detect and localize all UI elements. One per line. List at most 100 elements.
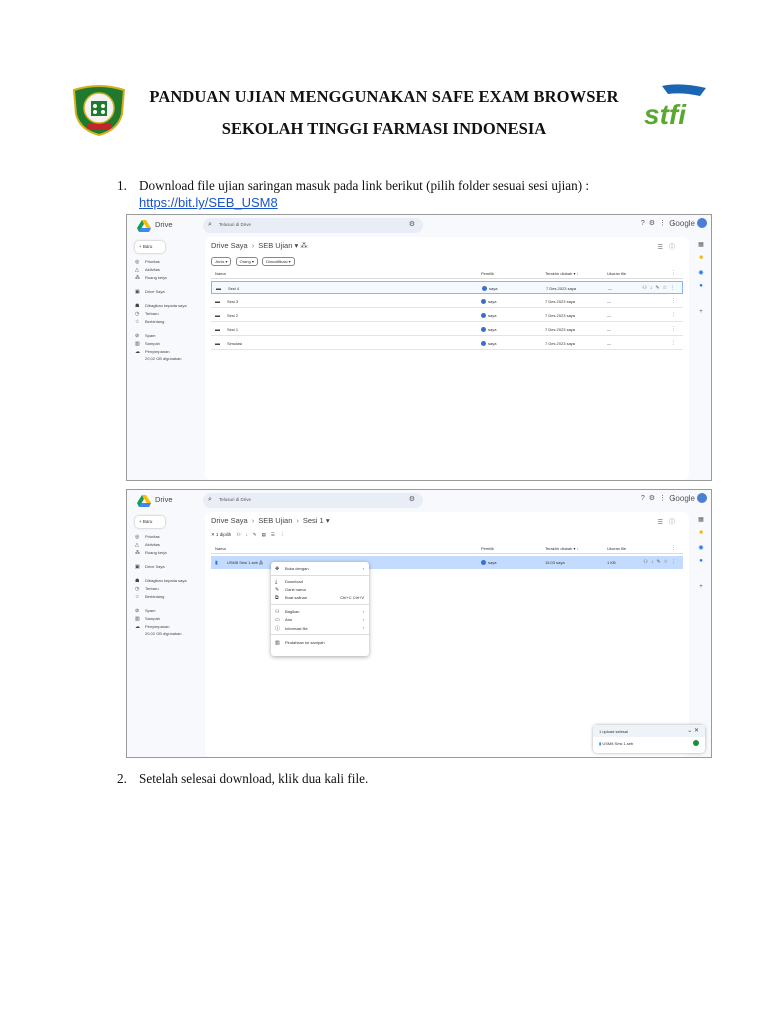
menu-file-info[interactable]: ⓘ Informasi file bbox=[275, 625, 308, 632]
more-icon[interactable]: ⋮ bbox=[671, 298, 679, 304]
copy-icon: ⧉ bbox=[275, 595, 279, 601]
row-actions-icons[interactable]: ⚇↓✎☆⋮ bbox=[643, 559, 679, 565]
more-icon[interactable]: ⋮ bbox=[671, 326, 679, 332]
nav-starred[interactable]: ☆ Berbintang bbox=[135, 319, 164, 325]
filter-options-icon[interactable]: ⚙ bbox=[409, 220, 415, 228]
col-owner[interactable]: Pemilik bbox=[481, 271, 494, 276]
col-size[interactable]: Ukuran file bbox=[607, 271, 626, 276]
drive-main-panel: Drive Saya › SEB Ujian ▾ ⁂ ☰ⓘ Jenis ▾ Oran… bbox=[205, 237, 689, 480]
add-addon-icon[interactable]: + bbox=[691, 309, 711, 315]
drive-search-input[interactable]: ⌕ Telusuri di Drive ⚙ bbox=[203, 493, 423, 508]
keep-icon[interactable]: ■ bbox=[691, 255, 711, 261]
download-link-text[interactable]: https://bit.ly/SEB_USM8 bbox=[139, 195, 278, 210]
step-1: 1. Download file ujian saringan masuk pad… bbox=[117, 178, 677, 194]
new-button[interactable]: + Baru bbox=[135, 241, 165, 253]
table-row[interactable]: ▬ Simulasi saya 7 Des 2023 saya — ⋮ bbox=[211, 337, 683, 350]
tasks-icon[interactable]: ◉ bbox=[691, 269, 711, 276]
filter-type[interactable]: Jenis ▾ bbox=[211, 257, 232, 266]
nav-trash[interactable]: ▥ Sampah bbox=[135, 616, 160, 622]
col-modified[interactable]: Terakhir diubah ▾ ↓ bbox=[545, 271, 579, 276]
nav-storage[interactable]: ☁ Penyimpanan bbox=[135, 624, 169, 630]
nav-priority[interactable]: ◎ Prioritas bbox=[135, 259, 160, 265]
storage-usage: 20,02 GB digunakan bbox=[145, 356, 182, 361]
filter-chips: Jenis ▾ Orang ▾ Dimodifikasi ▾ bbox=[211, 257, 298, 266]
table-row[interactable]: ▬ Sesi 4 saya 7 Des 2023 saya — ⚇↓✎☆⋮ bbox=[211, 281, 683, 294]
new-button[interactable]: + Baru bbox=[135, 516, 165, 528]
menu-rename[interactable]: ✎ Ganti nama bbox=[275, 587, 306, 593]
more-icon[interactable]: ⋮ bbox=[671, 340, 679, 346]
nav-shared[interactable]: ☗ Dibagikan kepada saya bbox=[135, 578, 187, 584]
col-modified[interactable]: Terakhir diubah ▾ ↓ bbox=[545, 546, 579, 551]
menu-organize[interactable]: ▭ Atur bbox=[275, 617, 292, 623]
view-toggle-icons[interactable]: ☰ⓘ bbox=[658, 242, 681, 251]
table-row[interactable]: ▬ Sesi 3 saya 7 Des 2023 saya — ⋮ bbox=[211, 295, 683, 308]
view-toggle-icons[interactable]: ☰ⓘ bbox=[658, 517, 681, 526]
crumb-my-drive[interactable]: Drive Saya bbox=[211, 516, 248, 525]
nav-my-drive[interactable]: ▣ Drive Saya bbox=[135, 289, 165, 295]
crumb-my-drive[interactable]: Drive Saya bbox=[211, 241, 248, 250]
calendar-icon[interactable]: ▦ bbox=[691, 516, 711, 523]
nav-priority[interactable]: ◎ Prioritas bbox=[135, 534, 160, 540]
folder-icon: ▬ bbox=[215, 299, 220, 305]
folder-icon: ▬ bbox=[215, 327, 220, 333]
nav-trash[interactable]: ▥ Sampah bbox=[135, 341, 160, 347]
calendar-icon[interactable]: ▦ bbox=[691, 241, 711, 248]
side-panel-rail: ▦ ■ ◉ ● + bbox=[691, 237, 711, 480]
nav-spam[interactable]: ⊘ Spam bbox=[135, 333, 155, 339]
table-row[interactable]: ▬ Sesi 1 saya 7 Des 2023 saya — ⋮ bbox=[211, 323, 683, 336]
nav-shared[interactable]: ☗ Dibagikan kepada saya bbox=[135, 303, 187, 309]
nav-recent[interactable]: ◷ Terbaru bbox=[135, 586, 159, 592]
drive-search-input[interactable]: ⌕ Telusuri di Drive ⚙ bbox=[203, 218, 423, 233]
crumb-sesi-1[interactable]: Sesi 1 bbox=[303, 516, 324, 525]
menu-open-with[interactable]: ✥ Buka dengan bbox=[275, 566, 309, 572]
menu-move-to-trash[interactable]: ▥ Pindahkan ke sampah bbox=[275, 640, 325, 646]
nav-storage[interactable]: ☁ Penyimpanan bbox=[135, 349, 169, 355]
filter-people[interactable]: Orang ▾ bbox=[235, 257, 258, 266]
row-actions-icons[interactable]: ⚇↓✎☆⋮ bbox=[642, 285, 678, 291]
search-placeholder: Telusuri di Drive bbox=[219, 497, 252, 502]
nav-my-drive[interactable]: ▣ Drive Saya bbox=[135, 564, 165, 570]
col-name[interactable]: Nama bbox=[215, 271, 226, 276]
menu-make-copy[interactable]: ⧉ Buat salinan bbox=[275, 595, 307, 601]
search-icon: ⌕ bbox=[208, 221, 212, 228]
clear-selection-icon[interactable]: ✕ bbox=[211, 532, 215, 537]
selection-actions-icons[interactable]: ⚇↓✎▤☰⋮ bbox=[237, 532, 290, 537]
drive-app-name: Drive bbox=[155, 220, 173, 229]
breadcrumb: Drive Saya › SEB Ujian › Sesi 1 ▾ bbox=[211, 516, 330, 525]
filter-modified[interactable]: Dimodifikasi ▾ bbox=[261, 257, 295, 266]
download-link[interactable]: https://bit.ly/SEB_USM8 bbox=[139, 194, 278, 212]
col-owner[interactable]: Pemilik bbox=[481, 546, 494, 551]
drive-sidebar: + Baru ◎ Prioritas △ Aktivitas ⁂ Ruang kerj… bbox=[127, 512, 203, 757]
col-size[interactable]: Ukuran file bbox=[607, 546, 626, 551]
menu-download[interactable]: ⤓ Download bbox=[275, 579, 303, 585]
more-icon[interactable]: ⋮ bbox=[671, 270, 679, 276]
upload-file-item[interactable]: ▮ USM8 Sesi 1.seb bbox=[599, 741, 633, 746]
folder-icon: ▬ bbox=[215, 341, 220, 347]
keep-icon[interactable]: ■ bbox=[691, 530, 711, 536]
nav-recent[interactable]: ◷ Terbaru bbox=[135, 311, 159, 317]
table-row[interactable]: ▬ Sesi 2 saya 7 Des 2023 saya — ⋮ bbox=[211, 309, 683, 322]
nav-workspaces[interactable]: ⁂ Ruang kerja bbox=[135, 550, 167, 556]
account-avatar[interactable] bbox=[697, 218, 707, 228]
nav-activity[interactable]: △ Aktivitas bbox=[135, 267, 160, 273]
contacts-icon[interactable]: ● bbox=[691, 558, 711, 564]
tasks-icon[interactable]: ◉ bbox=[691, 544, 711, 551]
add-addon-icon[interactable]: + bbox=[691, 584, 711, 590]
menu-share[interactable]: ⚇ Bagikan bbox=[275, 609, 299, 615]
nav-activity[interactable]: △ Aktivitas bbox=[135, 542, 160, 548]
step-2: 2. Setelah selesai download, klik dua kal… bbox=[117, 771, 677, 787]
step-number: 1. bbox=[117, 178, 127, 193]
drive-screenshot-folder-list: Drive ⌕ Telusuri di Drive ⚙ ?⚙⋮⋮ Google … bbox=[126, 214, 712, 481]
contacts-icon[interactable]: ● bbox=[691, 283, 711, 289]
filter-options-icon[interactable]: ⚙ bbox=[409, 495, 415, 503]
nav-workspaces[interactable]: ⁂ Ruang kerja bbox=[135, 275, 167, 281]
more-icon[interactable]: ⋮ bbox=[671, 545, 679, 551]
nav-spam[interactable]: ⊘ Spam bbox=[135, 608, 155, 614]
crumb-seb-ujian[interactable]: SEB Ujian bbox=[258, 516, 292, 525]
col-name[interactable]: Nama bbox=[215, 546, 226, 551]
crumb-seb-ujian[interactable]: SEB Ujian bbox=[258, 241, 292, 250]
account-avatar[interactable] bbox=[697, 493, 707, 503]
more-icon[interactable]: ⋮ bbox=[671, 312, 679, 318]
nav-starred[interactable]: ☆ Berbintang bbox=[135, 594, 164, 600]
side-panel-rail: ▦ ■ ◉ ● + bbox=[691, 512, 711, 757]
